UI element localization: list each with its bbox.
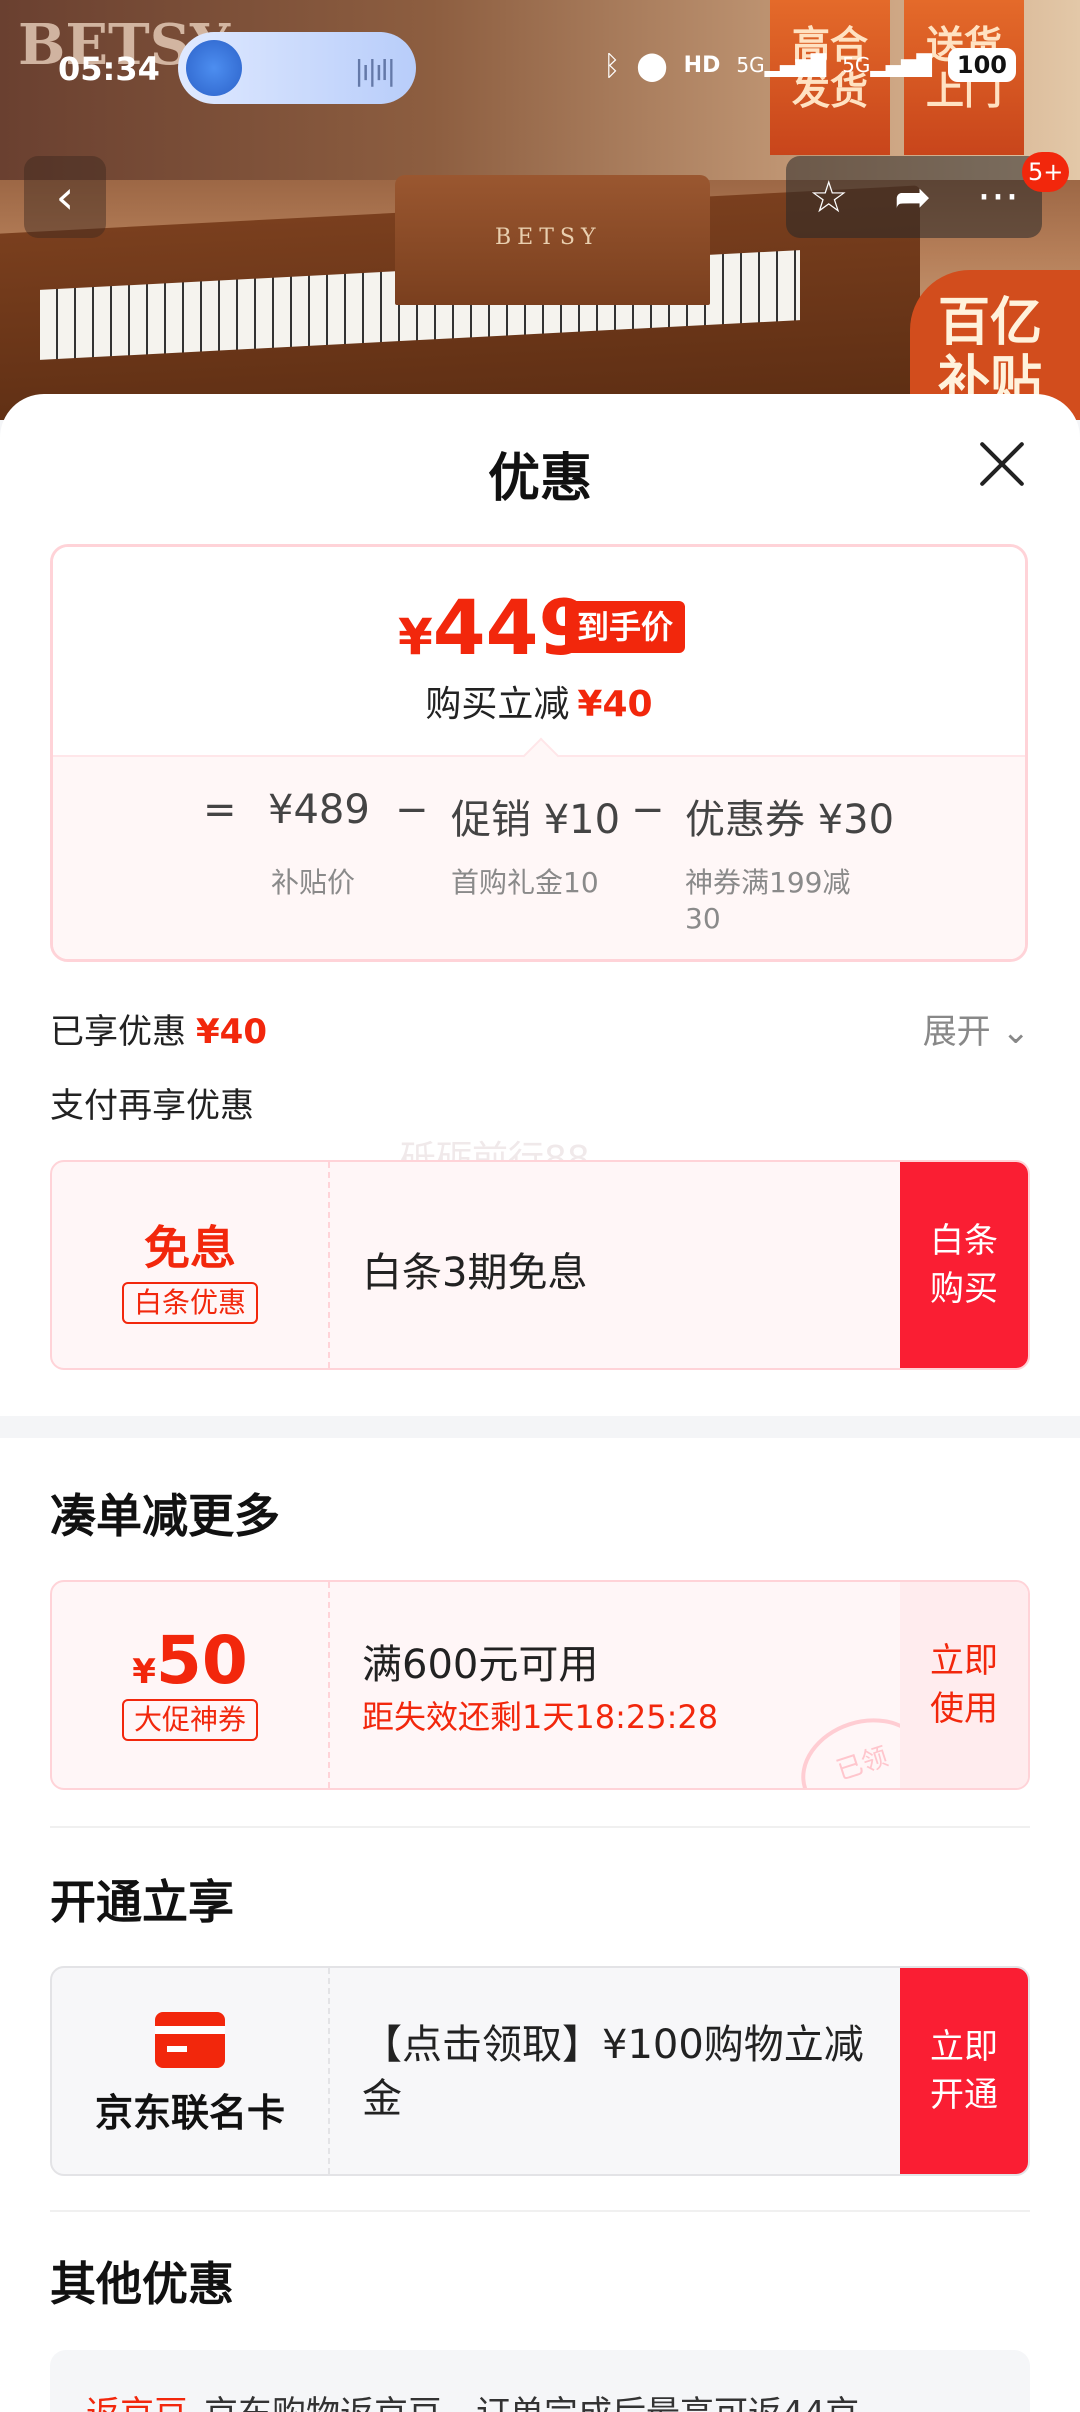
signal-5g-a: 5G▂▄▆█ [736,53,827,77]
status-icons: ᛒ ⬤ HD 5G▂▄▆█ 5G▂▄▆█ 100 [604,48,1016,82]
app-icon [186,40,242,96]
use-now-button[interactable]: 立即 使用 [900,1582,1028,1788]
baitiao-desc: 白条3期免息 [362,1250,588,1296]
share-icon[interactable]: ➦ [894,172,931,223]
reduce-line: 购买立减 ¥40 [425,684,653,725]
formula-promo: 促销 ¥10 [451,797,621,843]
enjoyed-discount: 已享优惠 ¥40 [50,1012,267,1052]
cobrand-card-offer[interactable]: 京东联名卡 【点击领取】¥100购物立减金 立即 开通 [50,1966,1030,2176]
section-divider [0,1416,1080,1438]
baitiao-buy-button[interactable]: 白条 购买 [900,1162,1028,1368]
divider-line [50,1826,1030,1828]
bluetooth-icon: ᛒ [603,48,621,82]
baitiao-tag: 白条优惠 [121,1282,258,1324]
section-title-other: 其他优惠 [50,2257,234,2311]
sheet-title: 优惠 [487,449,592,509]
formula-coupon: 优惠券 ¥30 [685,797,895,843]
chevron-left-icon: ‹ [55,170,75,224]
audio-wave-icon: |ı|ıl| [354,54,396,87]
card-icon-wrap [52,2012,328,2072]
coupon-50-amount: ¥50 [132,1622,248,1699]
formula-minus-2: − [631,787,665,833]
header-actions: ☆ ➦ ··· [786,156,1042,238]
section-title-open: 开通立享 [50,1875,234,1929]
jingdou-offer[interactable]: 返京豆京东购物返京豆，订单完成后最高可返44京 [50,2350,1030,2412]
final-price: ¥449 [398,583,592,672]
battery-icon: 100 [947,48,1016,82]
back-button[interactable]: ‹ [24,156,106,238]
coupon-50-expire: 距失效还剩1天18:25:28 [362,1698,719,1736]
cobrand-left: 京东联名卡 [52,1968,330,2174]
status-time: 05:34 [58,50,160,88]
price-summary: ¥449 到手价 购买立减 ¥40 [53,547,1025,755]
formula-base-price: ¥489 [268,787,370,833]
dynamic-island[interactable]: |ı|ıl| [178,32,416,104]
credit-card-icon [155,2012,225,2068]
location-icon: ⬤ [636,48,668,82]
formula-minus-1: − [395,787,429,833]
open-now-button[interactable]: 立即 开通 [900,1968,1028,2174]
baitiao-title: 免息 [144,1221,236,1275]
star-icon[interactable]: ☆ [809,172,848,223]
cobrand-name: 京东联名卡 [94,2091,285,2135]
coupon-50-left: ¥50 大促神券 [52,1582,330,1788]
signal-5g-b: 5G▂▄▆█ [842,53,932,77]
formula-coupon-label: 神券满199减 30 [685,866,851,935]
expand-button[interactable]: 展开 ⌄ [923,1004,1030,1053]
price-breakdown-card: ¥449 到手价 购买立减 ¥40 = ¥489 补贴价 − 促销 ¥10 首购礼… [50,544,1028,962]
chevron-down-icon: ⌄ [1001,1012,1031,1052]
formula-base-label: 补贴价 [271,866,356,899]
hd-icon: HD [683,52,721,78]
formula-eq: = [203,787,237,833]
discount-sheet: 优惠 ¥449 到手价 购买立减 ¥40 = ¥489 补贴价 − 促销 ¥10 … [0,394,1080,2412]
formula-promo-label: 首购礼金10 [451,866,599,899]
coupon-50-tag: 大促神券 [121,1699,258,1741]
divider-line [50,2210,1030,2212]
section-title-more: 凑单减更多 [50,1489,280,1543]
baitiao-left: 免息 白条优惠 [52,1162,330,1368]
status-bar: 05:34 |ı|ıl| ᛒ ⬤ HD 5G▂▄▆█ 5G▂▄▆█ 100 [0,28,1080,114]
close-icon[interactable] [974,436,1030,492]
pay-more-label: 支付再享优惠 [50,1086,254,1126]
final-price-tag: 到手价 [565,601,686,653]
cobrand-desc: 【点击领取】¥100购物立减金 [362,2022,864,2122]
coupon-50-condition: 满600元可用 [362,1642,599,1688]
piano-brand: BETSY [495,225,602,250]
price-formula: = ¥489 补贴价 − 促销 ¥10 首购礼金10 − 优惠券 ¥30 神券满… [53,755,1025,959]
baitiao-offer[interactable]: 免息 白条优惠 白条3期免息 白条 购买 [50,1160,1030,1370]
coupon-50[interactable]: ¥50 大促神券 满600元可用 距失效还剩1天18:25:28 已领 立即 使… [50,1580,1030,1790]
message-badge: 5+ [1022,152,1070,192]
jingdou-line: 返京豆京东购物返京豆，订单完成后最高可返44京 [86,2386,859,2412]
more-icon[interactable]: ··· [977,172,1019,223]
